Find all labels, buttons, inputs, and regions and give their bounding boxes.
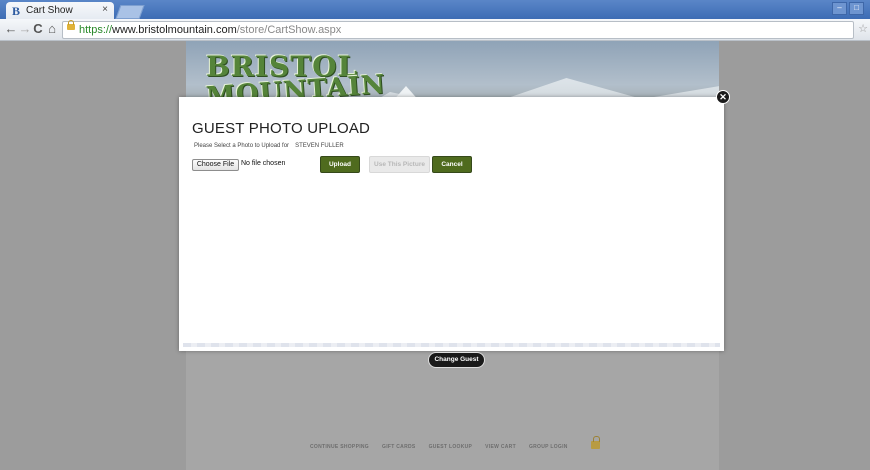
guest-name: STEVEN FULLER bbox=[295, 143, 344, 149]
change-guest-button[interactable]: Change Guest bbox=[428, 352, 485, 368]
footer-link-group-login[interactable]: GROUP LOGIN bbox=[529, 444, 568, 450]
footer-nav: CONTINUE SHOPPING GIFT CARDS GUEST LOOKU… bbox=[310, 444, 568, 450]
dialog-title: GUEST PHOTO UPLOAD bbox=[192, 120, 371, 137]
photo-upload-dialog: GUEST PHOTO UPLOAD Please Select a Photo… bbox=[179, 97, 724, 351]
reload-icon[interactable]: C bbox=[31, 22, 45, 36]
forward-icon[interactable]: → bbox=[18, 22, 32, 36]
browser-toolbar: ← → C ⌂ https://www.bristolmountain.com/… bbox=[0, 19, 870, 41]
url-text: https://www.bristolmountain.com/store/Ca… bbox=[79, 24, 342, 36]
footer-link-view-cart[interactable]: VIEW CART bbox=[485, 444, 516, 450]
choose-file-button[interactable]: Choose File bbox=[192, 159, 239, 171]
lock-icon bbox=[67, 20, 75, 30]
upload-prompt: Please Select a Photo to Upload for STEVE… bbox=[194, 143, 344, 149]
upload-button[interactable]: Upload bbox=[320, 156, 360, 173]
minimize-button[interactable]: – bbox=[832, 2, 847, 15]
use-this-picture-button[interactable]: Use This Picture bbox=[369, 156, 430, 173]
window-controls: – □ bbox=[832, 2, 864, 15]
address-bar[interactable]: https://www.bristolmountain.com/store/Ca… bbox=[62, 20, 854, 39]
home-icon[interactable]: ⌂ bbox=[45, 22, 59, 36]
footer-link-guest-lookup[interactable]: GUEST LOOKUP bbox=[429, 444, 473, 450]
close-icon[interactable]: ✕ bbox=[716, 90, 730, 104]
browser-titlebar: B Cart Show × – □ bbox=[0, 0, 870, 19]
tab-title: Cart Show bbox=[26, 5, 73, 16]
tab-close-icon[interactable]: × bbox=[102, 4, 108, 15]
bookmark-star-icon[interactable]: ☆ bbox=[858, 22, 868, 35]
dialog-bottom-border bbox=[183, 343, 720, 347]
browser-tab[interactable]: B Cart Show × bbox=[6, 2, 114, 19]
cancel-button[interactable]: Cancel bbox=[432, 156, 472, 173]
file-status: No file chosen bbox=[241, 160, 286, 167]
favicon-icon: B bbox=[12, 4, 21, 18]
prompt-text: Please Select a Photo to Upload for bbox=[194, 143, 290, 149]
maximize-button[interactable]: □ bbox=[849, 2, 864, 15]
footer-link-gift-cards[interactable]: GIFT CARDS bbox=[382, 444, 416, 450]
new-tab-button[interactable] bbox=[115, 5, 145, 19]
footer-link-continue-shopping[interactable]: CONTINUE SHOPPING bbox=[310, 444, 369, 450]
back-icon[interactable]: ← bbox=[4, 22, 18, 36]
padlock-icon bbox=[591, 436, 600, 449]
